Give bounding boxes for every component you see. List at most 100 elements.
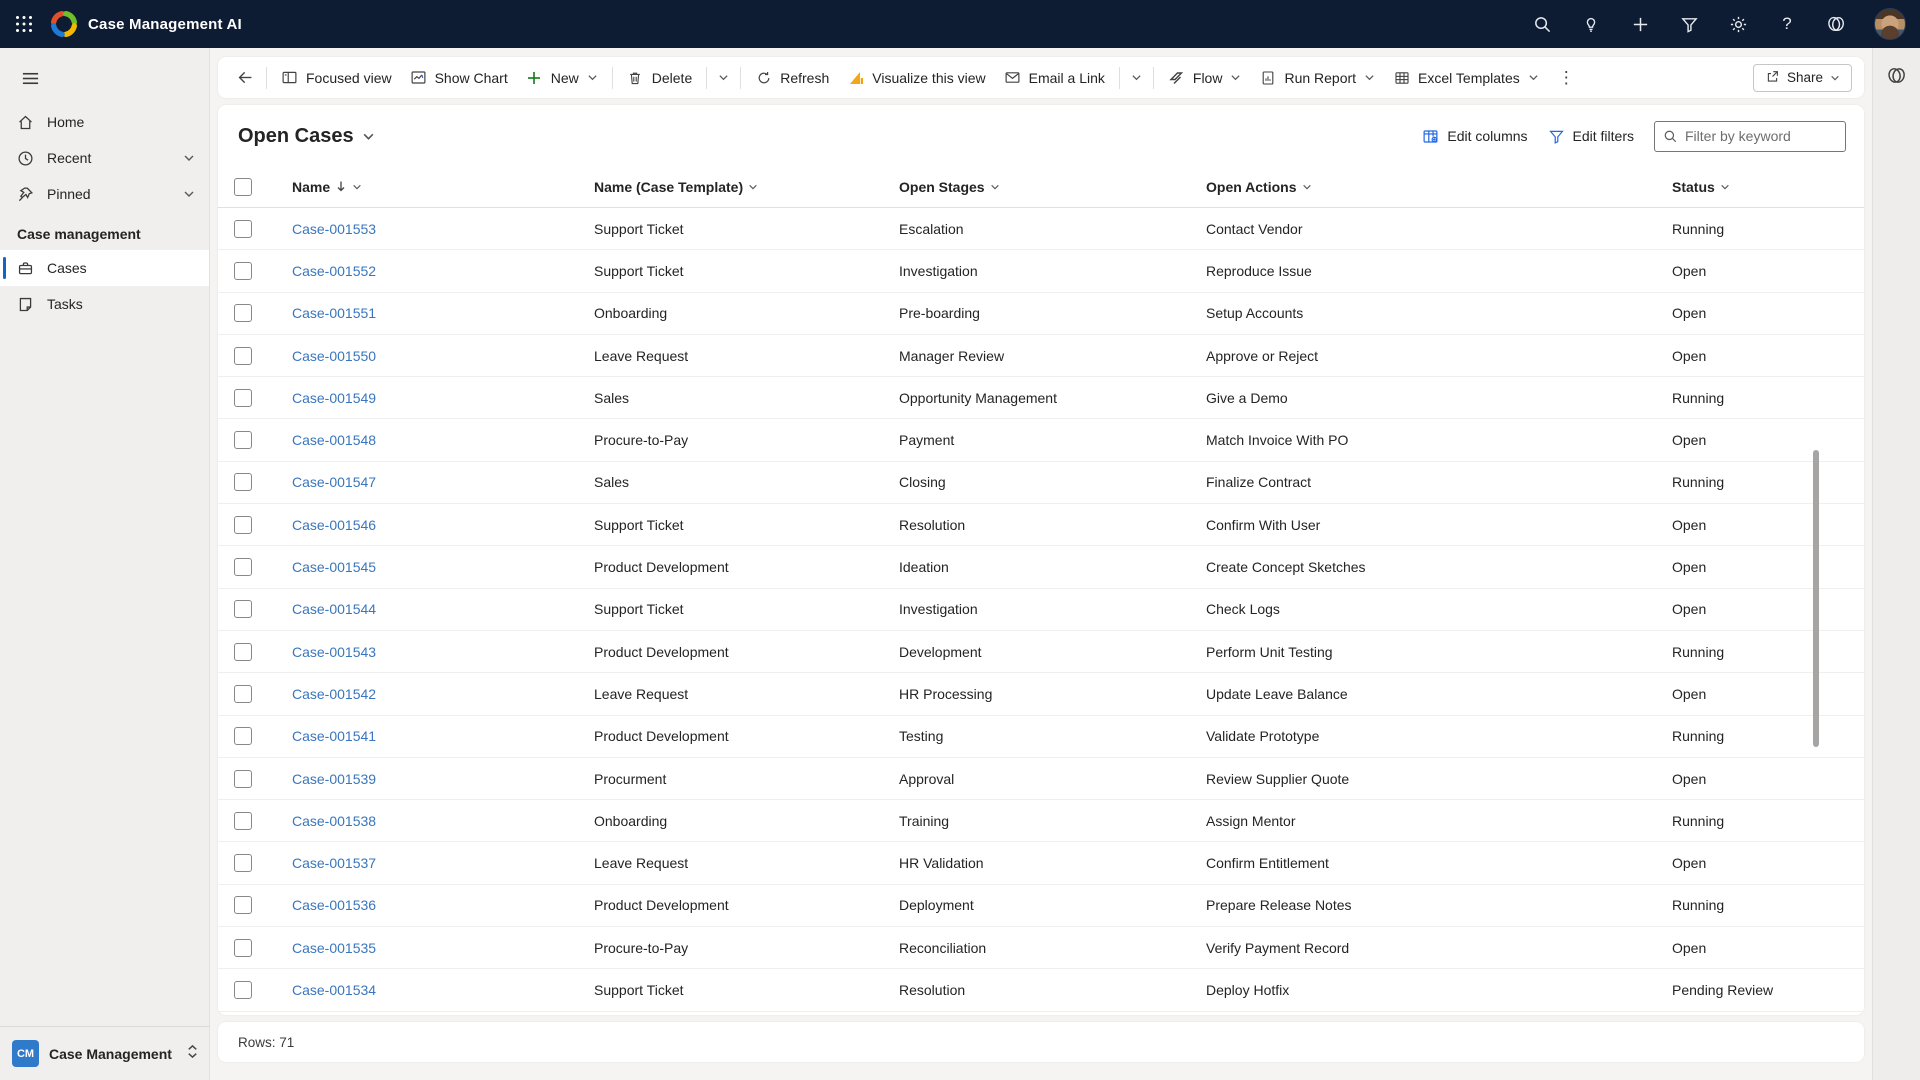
- table-row[interactable]: Case-001539ProcurmentApprovalReview Supp…: [218, 758, 1864, 800]
- row-checkbox[interactable]: [234, 558, 252, 576]
- row-checkbox[interactable]: [234, 685, 252, 703]
- row-checkbox[interactable]: [234, 431, 252, 449]
- table-row[interactable]: Case-001541Product DevelopmentTestingVal…: [218, 716, 1864, 758]
- email-link-button[interactable]: Email a Link: [995, 63, 1114, 92]
- case-link[interactable]: Case-001550: [292, 348, 594, 364]
- environment-switcher[interactable]: CM Case Management: [0, 1026, 209, 1080]
- search-icon[interactable]: [1531, 13, 1553, 35]
- table-row[interactable]: Case-001545Product DevelopmentIdeationCr…: [218, 546, 1864, 588]
- row-checkbox[interactable]: [234, 347, 252, 365]
- case-link[interactable]: Case-001534: [292, 982, 594, 998]
- chevron-down-icon[interactable]: [183, 152, 195, 164]
- sidebar-item-pinned[interactable]: Pinned: [0, 176, 209, 212]
- table-row[interactable]: Case-001552Support TicketInvestigationRe…: [218, 250, 1864, 292]
- flow-button[interactable]: Flow: [1159, 63, 1251, 92]
- column-header-actions[interactable]: Open Actions: [1206, 179, 1672, 195]
- column-header-template[interactable]: Name (Case Template): [594, 179, 899, 195]
- case-link[interactable]: Case-001543: [292, 644, 594, 660]
- case-link[interactable]: Case-001551: [292, 305, 594, 321]
- table-row[interactable]: Case-001553Support TicketEscalationConta…: [218, 208, 1864, 250]
- sidebar-item-recent[interactable]: Recent: [0, 140, 209, 176]
- table-row[interactable]: Case-001551OnboardingPre-boardingSetup A…: [218, 293, 1864, 335]
- case-link[interactable]: Case-001549: [292, 390, 594, 406]
- settings-gear-icon[interactable]: [1727, 13, 1749, 35]
- table-row[interactable]: Case-001538OnboardingTrainingAssign Ment…: [218, 800, 1864, 842]
- table-row[interactable]: Case-001544Support TicketInvestigationCh…: [218, 589, 1864, 631]
- row-checkbox[interactable]: [234, 770, 252, 788]
- lightbulb-icon[interactable]: [1580, 13, 1602, 35]
- row-checkbox[interactable]: [234, 220, 252, 238]
- row-checkbox[interactable]: [234, 516, 252, 534]
- row-checkbox[interactable]: [234, 389, 252, 407]
- run-report-button[interactable]: Run Report: [1250, 63, 1384, 92]
- hamburger-menu-icon[interactable]: [14, 62, 46, 94]
- case-link[interactable]: Case-001552: [292, 263, 594, 279]
- table-row[interactable]: Case-001543Product DevelopmentDevelopmen…: [218, 631, 1864, 673]
- share-button[interactable]: Share: [1753, 64, 1852, 92]
- row-checkbox[interactable]: [234, 854, 252, 872]
- chevron-down-icon[interactable]: [1528, 72, 1539, 83]
- copilot-icon[interactable]: [1825, 13, 1847, 35]
- help-icon[interactable]: ?: [1776, 13, 1798, 35]
- view-selector[interactable]: Open Cases: [238, 125, 375, 148]
- row-checkbox[interactable]: [234, 304, 252, 322]
- keyword-filter-input[interactable]: [1685, 128, 1837, 144]
- table-row[interactable]: Case-001534Support TicketResolutionDeplo…: [218, 969, 1864, 1011]
- copilot-icon[interactable]: [1886, 64, 1908, 86]
- overflow-menu-button[interactable]: ⋮: [1548, 64, 1585, 92]
- edit-columns-button[interactable]: Edit columns: [1422, 128, 1527, 145]
- case-link[interactable]: Case-001536: [292, 897, 594, 913]
- visualize-view-button[interactable]: Visualize this view: [838, 63, 994, 92]
- back-button[interactable]: [230, 63, 261, 92]
- case-link[interactable]: Case-001535: [292, 940, 594, 956]
- app-launcher-icon[interactable]: [0, 0, 48, 48]
- row-checkbox[interactable]: [234, 896, 252, 914]
- row-checkbox[interactable]: [234, 981, 252, 999]
- show-chart-button[interactable]: Show Chart: [401, 63, 517, 92]
- row-checkbox[interactable]: [234, 473, 252, 491]
- delete-button[interactable]: Delete: [618, 63, 701, 92]
- table-row[interactable]: Case-001536Product DevelopmentDeployment…: [218, 885, 1864, 927]
- table-row[interactable]: Case-001546Support TicketResolutionConfi…: [218, 504, 1864, 546]
- table-row[interactable]: Case-001535Procure-to-PayReconciliationV…: [218, 927, 1864, 969]
- filter-icon[interactable]: [1678, 13, 1700, 35]
- new-button[interactable]: New: [517, 63, 607, 92]
- sidebar-item-cases[interactable]: Cases: [0, 250, 209, 286]
- row-checkbox[interactable]: [234, 643, 252, 661]
- case-link[interactable]: Case-001547: [292, 474, 594, 490]
- vertical-scrollbar[interactable]: [1813, 450, 1819, 747]
- column-header-stages[interactable]: Open Stages: [899, 179, 1206, 195]
- row-checkbox[interactable]: [234, 262, 252, 280]
- case-link[interactable]: Case-001538: [292, 813, 594, 829]
- case-link[interactable]: Case-001541: [292, 728, 594, 744]
- case-link[interactable]: Case-001544: [292, 601, 594, 617]
- delete-split-chevron[interactable]: [712, 66, 735, 89]
- case-link[interactable]: Case-001539: [292, 771, 594, 787]
- account-avatar[interactable]: [1874, 8, 1906, 40]
- case-link[interactable]: Case-001542: [292, 686, 594, 702]
- focused-view-button[interactable]: Focused view: [272, 63, 401, 92]
- select-all-checkbox[interactable]: [234, 178, 252, 196]
- case-link[interactable]: Case-001537: [292, 855, 594, 871]
- table-row[interactable]: Case-001547SalesClosingFinalize Contract…: [218, 462, 1864, 504]
- case-link[interactable]: Case-001545: [292, 559, 594, 575]
- refresh-button[interactable]: Refresh: [746, 63, 838, 92]
- sidebar-item-home[interactable]: Home: [0, 104, 209, 140]
- excel-templates-button[interactable]: Excel Templates: [1384, 63, 1548, 92]
- row-checkbox[interactable]: [234, 727, 252, 745]
- add-icon[interactable]: [1629, 13, 1651, 35]
- table-row[interactable]: Case-001542Leave RequestHR ProcessingUpd…: [218, 673, 1864, 715]
- edit-filters-button[interactable]: Edit filters: [1548, 128, 1634, 145]
- table-row[interactable]: Case-001549SalesOpportunity ManagementGi…: [218, 377, 1864, 419]
- row-checkbox[interactable]: [234, 812, 252, 830]
- table-row[interactable]: Case-001548Procure-to-PayPaymentMatch In…: [218, 419, 1864, 461]
- column-header-status[interactable]: Status: [1672, 179, 1864, 195]
- case-link[interactable]: Case-001553: [292, 221, 594, 237]
- row-checkbox[interactable]: [234, 600, 252, 618]
- row-checkbox[interactable]: [234, 939, 252, 957]
- email-split-chevron[interactable]: [1125, 66, 1148, 89]
- chevron-down-icon[interactable]: [183, 188, 195, 200]
- table-row[interactable]: Case-001537Leave RequestHR ValidationCon…: [218, 842, 1864, 884]
- sidebar-item-tasks[interactable]: Tasks: [0, 286, 209, 322]
- column-header-name[interactable]: Name: [292, 179, 594, 195]
